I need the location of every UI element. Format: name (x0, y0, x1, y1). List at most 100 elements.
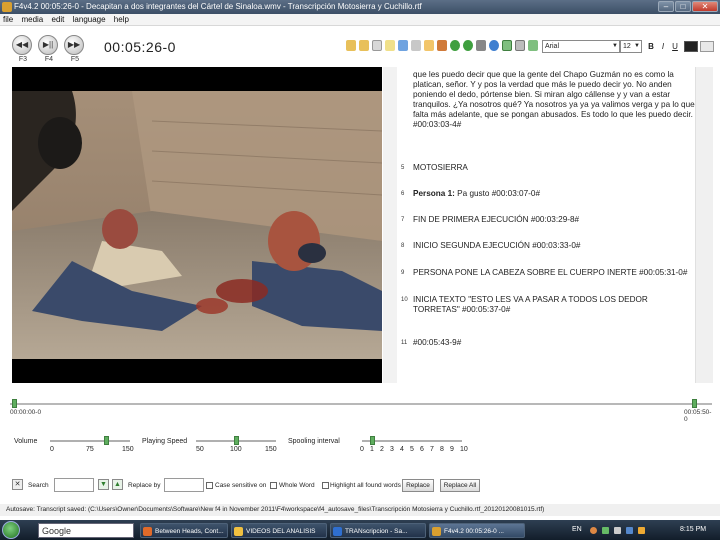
transcript-scrollbar[interactable] (695, 67, 713, 383)
taskbar-item[interactable]: Between Heads, Cont... (140, 523, 228, 538)
timeline-track[interactable] (10, 403, 712, 405)
notes-icon[interactable] (385, 40, 395, 51)
playing-speed-handle[interactable] (234, 436, 239, 445)
spooling-interval-handle[interactable] (370, 436, 375, 445)
spooling-interval-tick: 0 (360, 446, 364, 453)
playing-speed-label: Playing Speed (142, 438, 188, 445)
volume-handle[interactable] (104, 436, 109, 445)
replace-input[interactable] (164, 478, 204, 492)
spell-icon[interactable] (528, 40, 538, 51)
play-pause-button[interactable]: ▶|| F4 (38, 35, 58, 63)
tray-icon[interactable] (590, 527, 597, 534)
transcript-page[interactable]: que les puedo decir que que la gente del… (397, 67, 695, 383)
transcript-segment[interactable]: Persona 1: Pa gusto #00:03:07-0# (413, 189, 695, 199)
print-icon[interactable] (411, 40, 421, 51)
italic-button[interactable]: I (658, 40, 668, 53)
replace-button[interactable]: Replace (402, 479, 434, 492)
volume-icon[interactable] (614, 527, 621, 534)
menu-media[interactable]: media (18, 14, 46, 26)
transcript-segment[interactable]: #00:05:43-9# (413, 338, 695, 348)
spooling-interval-tick: 5 (410, 446, 414, 453)
menu-edit[interactable]: edit (49, 14, 68, 26)
transcript-editor[interactable]: que les puedo decir que que la gente del… (383, 67, 713, 383)
start-button[interactable] (2, 521, 20, 539)
network-icon[interactable] (602, 527, 609, 534)
open-folder-icon[interactable] (359, 40, 369, 51)
search-down-icon[interactable]: ▼ (98, 479, 109, 490)
search-up-icon[interactable]: ▲ (112, 479, 123, 490)
search-input[interactable] (54, 478, 94, 492)
sync-icon[interactable] (450, 40, 460, 51)
font-size-select[interactable]: 12 ▼ (620, 40, 642, 53)
playing-speed-tick: 150 (265, 446, 277, 453)
window-title: F4v4.2 00:05:26-0 - Decapitan a dos inte… (14, 2, 422, 11)
volume-tick: 75 (86, 446, 94, 453)
browser-icon (143, 527, 152, 536)
highlight-color-icon[interactable] (700, 41, 714, 52)
font-family-select[interactable]: Arial ▼ (542, 40, 620, 53)
whole-word-label: Whole Word (279, 482, 315, 489)
replace-all-button[interactable]: Replace All (440, 479, 480, 492)
menu-language[interactable]: language (70, 14, 109, 26)
refresh-icon[interactable] (463, 40, 473, 51)
case-sensitive-checkbox[interactable] (206, 482, 213, 489)
spooling-interval-tick: 4 (400, 446, 404, 453)
transcript-segment[interactable]: FIN DE PRIMERA EJECUCIÓN #00:03:29-8# (413, 215, 695, 225)
minimize-button[interactable]: – (658, 1, 674, 12)
settings-icon[interactable] (515, 40, 525, 51)
security-icon[interactable] (638, 527, 645, 534)
save-as-icon[interactable] (398, 40, 408, 51)
transcript-segment[interactable]: que les puedo decir que que la gente del… (413, 70, 695, 130)
battery-icon[interactable] (626, 527, 633, 534)
close-search-icon[interactable]: ✕ (12, 479, 23, 490)
transcript-segment[interactable]: PERSONA PONE LA CABEZA SOBRE EL CUERPO I… (413, 268, 695, 278)
save-icon[interactable] (372, 40, 382, 51)
maximize-button[interactable]: □ (675, 1, 691, 12)
transcript-segment[interactable]: MOTOSIERRA (413, 163, 695, 173)
segment-number: 8 (401, 243, 405, 249)
video-player[interactable] (12, 67, 382, 383)
chevron-down-icon: ▼ (612, 43, 618, 49)
new-file-icon[interactable] (346, 40, 356, 51)
text-color-icon[interactable] (684, 41, 698, 52)
taskbar-item[interactable]: TRANscripcion - Sa... (330, 523, 426, 538)
highlight-all-checkbox[interactable] (322, 482, 329, 489)
menu-help[interactable]: help (111, 14, 132, 26)
language-indicator[interactable]: EN (572, 522, 582, 538)
font-size-value: 12 (623, 43, 631, 50)
bookmark-icon[interactable] (424, 40, 434, 51)
timeline-slider[interactable]: 00:00:00-0 00:05:50-0 (10, 398, 712, 423)
transcript-segment[interactable]: INICIO SEGUNDA EJECUCIÓN #00:03:33-0# (413, 241, 695, 251)
globe-icon[interactable] (489, 40, 499, 51)
menu-file[interactable]: file (0, 14, 16, 26)
list-icon[interactable] (476, 40, 486, 51)
volume-slider[interactable] (50, 440, 130, 442)
rewind-button[interactable]: ◀◀ F3 (12, 35, 32, 63)
taskbar-item-label: VIDEOS DEL ANALISIS (246, 528, 316, 535)
whole-word-checkbox[interactable] (270, 482, 277, 489)
spooling-interval-slider[interactable] (362, 440, 462, 442)
timeline-start-handle[interactable] (12, 399, 17, 408)
forward-button[interactable]: ▶▶ F5 (64, 35, 84, 63)
rewind-key: F3 (18, 56, 28, 63)
timeline-position-handle[interactable] (692, 399, 698, 408)
spooling-interval-tick: 6 (420, 446, 424, 453)
mark-icon[interactable] (437, 40, 447, 51)
taskbar-item[interactable]: VIDEOS DEL ANALISIS (231, 523, 327, 538)
window-controls: – □ ✕ (658, 1, 718, 13)
playing-speed-tick: 100 (230, 446, 242, 453)
f4-app-icon (432, 527, 441, 536)
clock[interactable]: 8:15 PM (680, 522, 706, 538)
google-search-box[interactable]: Google (38, 523, 134, 538)
timeline-end-time: 00:05:50-0 (684, 409, 712, 423)
underline-button[interactable]: U (670, 40, 680, 53)
rewind-icon: ◀◀ (15, 40, 29, 49)
bold-button[interactable]: B (646, 40, 656, 53)
title-bar: F4v4.2 00:05:26-0 - Decapitan a dos inte… (0, 0, 720, 14)
volume-tick: 0 (50, 446, 54, 453)
close-button[interactable]: ✕ (692, 1, 718, 12)
segment-number: 7 (401, 217, 405, 223)
taskbar-item[interactable]: F4v4.2 00:05:26-0 ... (429, 523, 525, 538)
transcript-segment[interactable]: INICIA TEXTO "ESTO LES VA A PASAR A TODO… (413, 295, 695, 315)
check-icon[interactable] (502, 40, 512, 51)
